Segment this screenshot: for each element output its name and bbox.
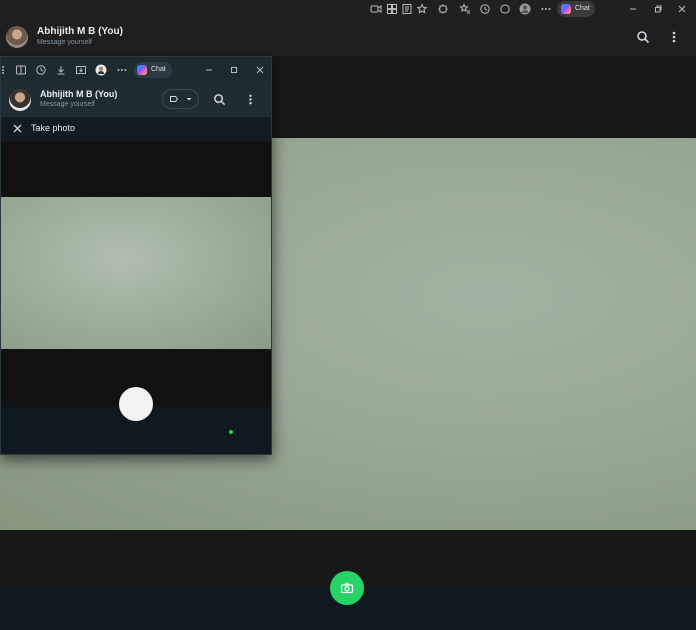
search-icon[interactable] bbox=[636, 30, 650, 44]
popup-chat-header: Abhijith M B (You) Message yourself bbox=[1, 83, 271, 117]
history-icon[interactable] bbox=[35, 64, 47, 76]
copilot-icon[interactable] bbox=[499, 3, 511, 15]
take-photo-title: Take photo bbox=[31, 123, 76, 133]
camera-backdrop-top bbox=[1, 141, 271, 197]
favorites-list-icon[interactable] bbox=[459, 3, 471, 15]
camera-icon[interactable] bbox=[370, 3, 382, 15]
popup-browser-toolbar: Chat bbox=[1, 57, 271, 83]
download-icon[interactable] bbox=[55, 64, 67, 76]
capture-button[interactable] bbox=[119, 387, 153, 421]
chat-header bbox=[0, 18, 696, 56]
chat-subtitle: Message yourself bbox=[37, 39, 92, 46]
minimize-icon[interactable] bbox=[627, 3, 639, 15]
copilot-chat-button[interactable]: Chat bbox=[134, 62, 172, 78]
camera-icon bbox=[340, 581, 354, 595]
chevron-down-icon bbox=[185, 95, 193, 103]
copilot-chat-button[interactable]: Chat bbox=[557, 1, 595, 17]
label-icon bbox=[169, 94, 179, 104]
profile-icon[interactable] bbox=[519, 3, 531, 15]
close-icon[interactable] bbox=[676, 3, 688, 15]
copilot-chat-label: Chat bbox=[151, 66, 166, 73]
menu-icon[interactable] bbox=[667, 30, 681, 44]
menu-icon[interactable] bbox=[244, 93, 257, 106]
extensions-icon[interactable] bbox=[437, 3, 449, 15]
take-photo-bar: Take photo bbox=[1, 117, 271, 141]
status-dot bbox=[229, 430, 233, 434]
chat-name[interactable]: Abhijith M B (You) bbox=[37, 26, 123, 37]
sidebar-icon[interactable] bbox=[1, 64, 9, 76]
history-icon[interactable] bbox=[479, 3, 491, 15]
popup-window: Chat Abhijith M B (You) Message yourself bbox=[0, 56, 272, 455]
copilot-logo-icon bbox=[137, 65, 147, 75]
app-install-icon[interactable] bbox=[75, 64, 87, 76]
label-dropdown-button[interactable] bbox=[162, 89, 199, 109]
maximize-icon[interactable] bbox=[228, 64, 240, 76]
split-screen-icon[interactable] bbox=[15, 64, 27, 76]
favorite-icon[interactable] bbox=[416, 3, 428, 15]
avatar[interactable] bbox=[6, 26, 28, 48]
capture-button[interactable] bbox=[330, 571, 364, 605]
more-icon[interactable] bbox=[116, 64, 128, 76]
apps-icon[interactable] bbox=[386, 3, 398, 15]
close-icon[interactable] bbox=[12, 123, 23, 134]
copilot-logo-icon bbox=[561, 4, 571, 14]
camera-preview bbox=[1, 197, 271, 349]
browser-toolbar: Chat bbox=[0, 0, 696, 18]
chat-subtitle: Message yourself bbox=[40, 101, 95, 108]
avatar[interactable] bbox=[9, 89, 31, 111]
reader-icon[interactable] bbox=[401, 3, 413, 15]
chat-name[interactable]: Abhijith M B (You) bbox=[40, 89, 117, 99]
restore-icon[interactable] bbox=[652, 3, 664, 15]
more-icon[interactable] bbox=[540, 3, 552, 15]
minimize-icon[interactable] bbox=[203, 64, 215, 76]
close-icon[interactable] bbox=[254, 64, 266, 76]
search-icon[interactable] bbox=[213, 93, 226, 106]
profile-icon[interactable] bbox=[95, 64, 107, 76]
copilot-chat-label: Chat bbox=[575, 5, 590, 12]
